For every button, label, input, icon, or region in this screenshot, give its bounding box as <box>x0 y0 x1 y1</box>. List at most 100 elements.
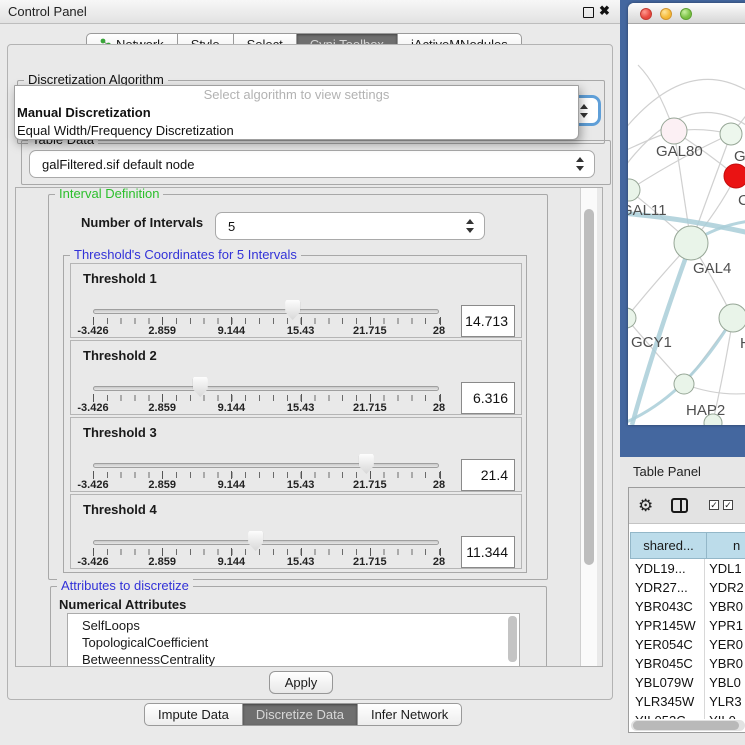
threshold-panel: Threshold 4-3.4262.8599.14415.4321.71528… <box>70 494 522 569</box>
tick-marks <box>93 318 440 324</box>
major-tick <box>301 394 302 402</box>
checkbox-checked-icon[interactable]: ✓ <box>723 500 733 510</box>
table-cell: YER054C <box>630 635 705 654</box>
table-row[interactable]: YER054CYER0 <box>630 635 745 654</box>
panel-title: Control Panel <box>8 4 87 19</box>
combo-stepper-icon <box>576 157 585 171</box>
scale-tick-label: 21.715 <box>353 479 387 491</box>
table-data-combobox[interactable]: galFiltered.sif default node <box>29 150 595 178</box>
cyni-toolbox-panel: Discretization Algorithm Select algorith… <box>7 44 613 700</box>
table-cell: YDL19... <box>630 559 705 578</box>
dropdown-item-equal-width-frequency[interactable]: Equal Width/Frequency Discretization <box>15 122 578 140</box>
table-cell: YDR27... <box>630 578 705 597</box>
major-tick <box>93 548 94 556</box>
node-label-red: C <box>738 192 745 209</box>
threshold-panel: Threshold 1-3.4262.8599.14415.4321.71528… <box>70 263 522 338</box>
float-window-icon[interactable] <box>583 7 594 18</box>
settings-scrollpane: Interval Definition Number of Intervals … <box>15 187 603 667</box>
dropdown-item-placeholder[interactable]: Select algorithm to view settings <box>15 86 578 104</box>
network-node-gcy1[interactable] <box>628 308 636 328</box>
attributes-group: Attributes to discretize Numerical Attri… <box>50 586 547 667</box>
column-header-name[interactable]: n <box>707 532 745 559</box>
scale-tick-label: 15.43 <box>287 479 315 491</box>
scrollbar-thumb[interactable] <box>584 209 594 565</box>
scale-tick-label: 9.144 <box>218 479 246 491</box>
slider-thumb[interactable] <box>359 454 374 474</box>
column-layout-icon[interactable] <box>671 498 688 513</box>
table-row[interactable]: YBR043CYBR0 <box>630 597 745 616</box>
scale-tick-label: 15.43 <box>287 556 315 568</box>
slider-track[interactable] <box>93 463 439 468</box>
screen: { "window": { "title": "Control Panel" }… <box>0 0 745 745</box>
slider-track[interactable] <box>93 386 439 391</box>
numerical-attributes-list[interactable]: SelfLoopsTopologicalCoefficientBetweenne… <box>67 613 520 667</box>
slider-thumb[interactable] <box>248 531 263 551</box>
table-row[interactable]: YDL19...YDL1 <box>630 559 745 578</box>
slider-thumb[interactable] <box>285 300 300 320</box>
tick-marks <box>93 549 440 555</box>
scale-labels: -3.4262.8599.14415.4321.71528 <box>93 479 439 491</box>
scale-labels: -3.4262.8599.14415.4321.71528 <box>93 556 439 568</box>
threshold-value-field[interactable]: 21.4 <box>461 459 515 491</box>
list-scrollbar[interactable] <box>508 616 517 662</box>
table-row[interactable]: YDR27...YDR2 <box>630 578 745 597</box>
tab-discretize-data[interactable]: Discretize Data <box>243 703 358 726</box>
attribute-list-item[interactable]: BetweennessCentrality <box>68 651 519 667</box>
network-node-hap2[interactable] <box>674 374 694 394</box>
apply-button[interactable]: Apply <box>269 671 333 694</box>
major-tick <box>162 317 163 325</box>
major-tick <box>231 471 232 479</box>
scale-tick-label: 2.859 <box>148 556 176 568</box>
network-node-gal80[interactable] <box>661 118 687 144</box>
combo-stepper-icon <box>580 104 589 118</box>
column-header-shared-name[interactable]: shared... <box>630 532 707 559</box>
attribute-list-item[interactable]: SelfLoops <box>68 614 519 634</box>
scale-labels: -3.4262.8599.14415.4321.71528 <box>93 402 439 414</box>
network-node-h-cut[interactable] <box>719 304 745 332</box>
table-row[interactable]: YLR345WYLR3 <box>630 692 745 711</box>
algorithm-dropdown-popup: Select algorithm to view settings Manual… <box>14 85 579 140</box>
number-of-intervals-label: Number of Intervals <box>81 215 203 230</box>
threshold-value-field[interactable]: 14.713 <box>461 305 515 337</box>
scrollbar-thumb[interactable] <box>633 721 739 730</box>
table-panel-title: Table Panel <box>633 464 701 479</box>
scale-tick-label: -3.426 <box>77 325 108 337</box>
attribute-list-item[interactable]: TopologicalCoefficient <box>68 634 519 651</box>
table-cell: YPR145W <box>630 616 705 635</box>
network-node-gal4[interactable] <box>674 226 708 260</box>
network-canvas[interactable]: GAL80GCGAL11GAL4GCY1HHAP2 <box>628 25 745 425</box>
checkbox-checked-icon[interactable]: ✓ <box>709 500 719 510</box>
network-node-red[interactable] <box>724 164 745 188</box>
close-traffic-icon[interactable] <box>640 8 652 20</box>
number-of-intervals-combobox[interactable]: 5 <box>215 212 485 240</box>
network-window-titlebar <box>628 3 745 24</box>
zoom-traffic-icon[interactable] <box>680 8 692 20</box>
table-row[interactable]: YBL079WYBL0 <box>630 673 745 692</box>
numerical-attributes-label: Numerical Attributes <box>59 597 186 612</box>
tab-impute-data[interactable]: Impute Data <box>144 703 243 726</box>
node-label-gal80: GAL80 <box>656 143 703 160</box>
table-body: YDL19...YDL1YDR27...YDR2YBR043CYBR0YPR14… <box>630 559 745 719</box>
dropdown-item-manual-discretization[interactable]: Manual Discretization <box>15 104 578 122</box>
vertical-scrollbar[interactable] <box>580 188 597 666</box>
tab-infer-network[interactable]: Infer Network <box>358 703 462 726</box>
threshold-label: Threshold 1 <box>83 271 157 286</box>
settings-gear-icon[interactable]: ⚙ <box>638 496 653 516</box>
table-row[interactable]: YBR045CYBR0 <box>630 654 745 673</box>
table-row[interactable]: YPR145WYPR1 <box>630 616 745 635</box>
table-toolbar: ⚙ ✓ ✓ <box>629 488 745 524</box>
close-icon[interactable]: ✖ <box>599 3 610 19</box>
major-tick <box>370 394 371 402</box>
network-graph[interactable]: GAL80GCGAL11GAL4GCY1HHAP2 <box>628 25 745 425</box>
slider-track[interactable] <box>93 309 439 314</box>
slider-thumb[interactable] <box>193 377 208 397</box>
control-panel-titlebar: Control Panel ✖ <box>0 0 620 24</box>
threshold-value-field[interactable]: 11.344 <box>461 536 515 568</box>
network-node-g-cut[interactable] <box>720 123 742 145</box>
threshold-value-field[interactable]: 6.316 <box>461 382 515 414</box>
slider-track[interactable] <box>93 540 439 545</box>
scale-tick-label: 28 <box>433 556 445 568</box>
horizontal-scrollbar[interactable] <box>631 720 745 731</box>
minimize-traffic-icon[interactable] <box>660 8 672 20</box>
table-row[interactable]: YIL052CYIL0 <box>630 711 745 719</box>
